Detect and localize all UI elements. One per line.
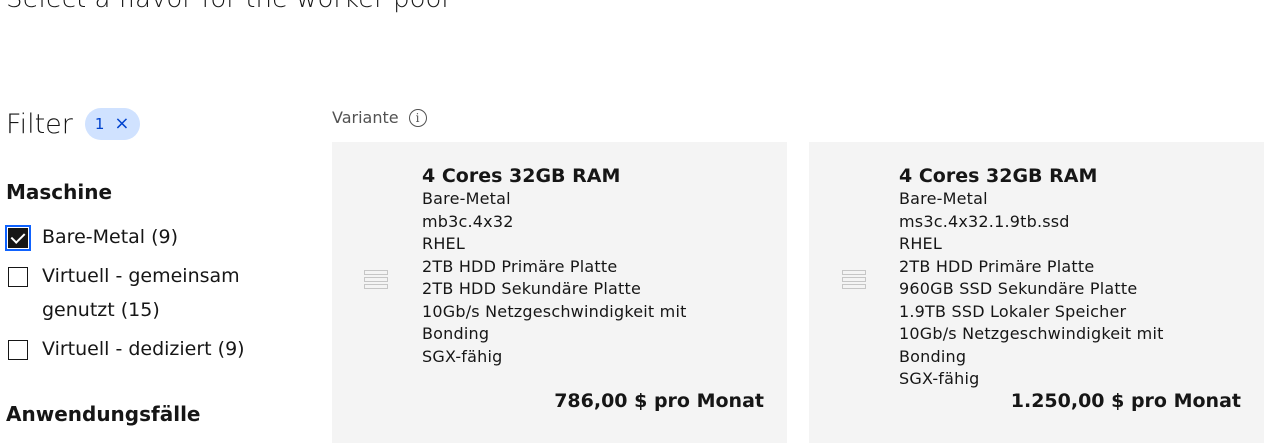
tile-spec: Bare-Metal: [899, 189, 988, 208]
tile-spec: mb3c.4x32: [422, 211, 514, 231]
tile-spec: RHEL: [422, 234, 465, 253]
filter-count: 1: [94, 115, 105, 133]
checkbox-unchecked-icon[interactable]: [8, 340, 28, 360]
tile-price: 786,00 $ pro Monat: [554, 390, 764, 412]
tile-spec: 2TB HDD Primäre Platte: [899, 256, 1095, 276]
tile-price: 1.250,00 $ pro Monat: [1010, 390, 1241, 412]
tile-title: 4 Cores 32GB RAM: [899, 165, 1098, 187]
tile-title: 4 Cores 32GB RAM: [422, 165, 621, 187]
flavor-tile[interactable]: 4 Cores 32GB RAM Bare-Metal ms3c.4x32.1.…: [809, 142, 1264, 443]
machine-heading: Maschine: [6, 180, 113, 204]
filter-header: Filter 1 ×: [6, 108, 140, 140]
use-cases-heading: Anwendungsfälle: [6, 402, 201, 426]
tile-spec: 960GB SSD Sekundäre Platte: [899, 279, 1138, 298]
variant-label: Variante: [332, 108, 399, 127]
tile-body: 4 Cores 32GB RAM Bare-Metal ms3c.4x32.1.…: [899, 164, 1164, 391]
tile-spec: 1.9TB SSD Lokaler Speicher: [899, 301, 1127, 321]
tile-body: 4 Cores 32GB RAM Bare-Metal mb3c.4x32 RH…: [422, 164, 687, 368]
checkbox-label[interactable]: Virtuell - dediziert (9): [42, 332, 312, 366]
tile-spec: 2TB HDD Sekundäre Platte: [422, 279, 642, 298]
tile-spec: ms3c.4x32.1.9tb.ssd: [899, 211, 1070, 231]
tile-spec: SGX-fähig: [899, 369, 980, 388]
info-icon[interactable]: i: [408, 108, 427, 127]
variant-label-row: Variante i: [332, 108, 427, 127]
tile-spec: Bare-Metal: [422, 189, 511, 208]
flavor-tile[interactable]: 4 Cores 32GB RAM Bare-Metal mb3c.4x32 RH…: [332, 142, 787, 443]
checkbox-label[interactable]: Virtuell - gemeinsam genutzt (15): [42, 259, 312, 327]
checkbox-virtual-dedicated[interactable]: Virtuell - dediziert (9): [8, 338, 312, 366]
checkbox-checked-icon[interactable]: [5, 225, 31, 251]
tile-spec: 10Gb/s Netzgeschwindigkeit mit: [899, 324, 1164, 343]
filter-title: Filter: [6, 108, 73, 140]
checkbox-unchecked-icon[interactable]: [8, 267, 28, 287]
close-icon[interactable]: ×: [114, 115, 129, 133]
server-icon: [842, 270, 866, 290]
clear-filter-tag[interactable]: 1 ×: [84, 108, 140, 140]
tile-spec: 10Gb/s Netzgeschwindigkeit mit: [422, 301, 687, 321]
page-title: Select a flavor for the worker pool: [6, 0, 449, 14]
checkbox-bare-metal[interactable]: Bare-Metal (9): [5, 225, 312, 254]
tile-spec: RHEL: [899, 234, 942, 253]
tile-spec: Bonding: [899, 346, 967, 366]
server-icon: [364, 270, 388, 290]
tile-spec: Bonding: [422, 324, 490, 343]
tile-spec: SGX-fähig: [422, 346, 503, 366]
tile-spec: 2TB HDD Primäre Platte: [422, 256, 618, 276]
checkbox-label[interactable]: Bare-Metal (9): [42, 220, 312, 254]
checkbox-virtual-shared[interactable]: Virtuell - gemeinsam genutzt (15): [8, 265, 312, 327]
